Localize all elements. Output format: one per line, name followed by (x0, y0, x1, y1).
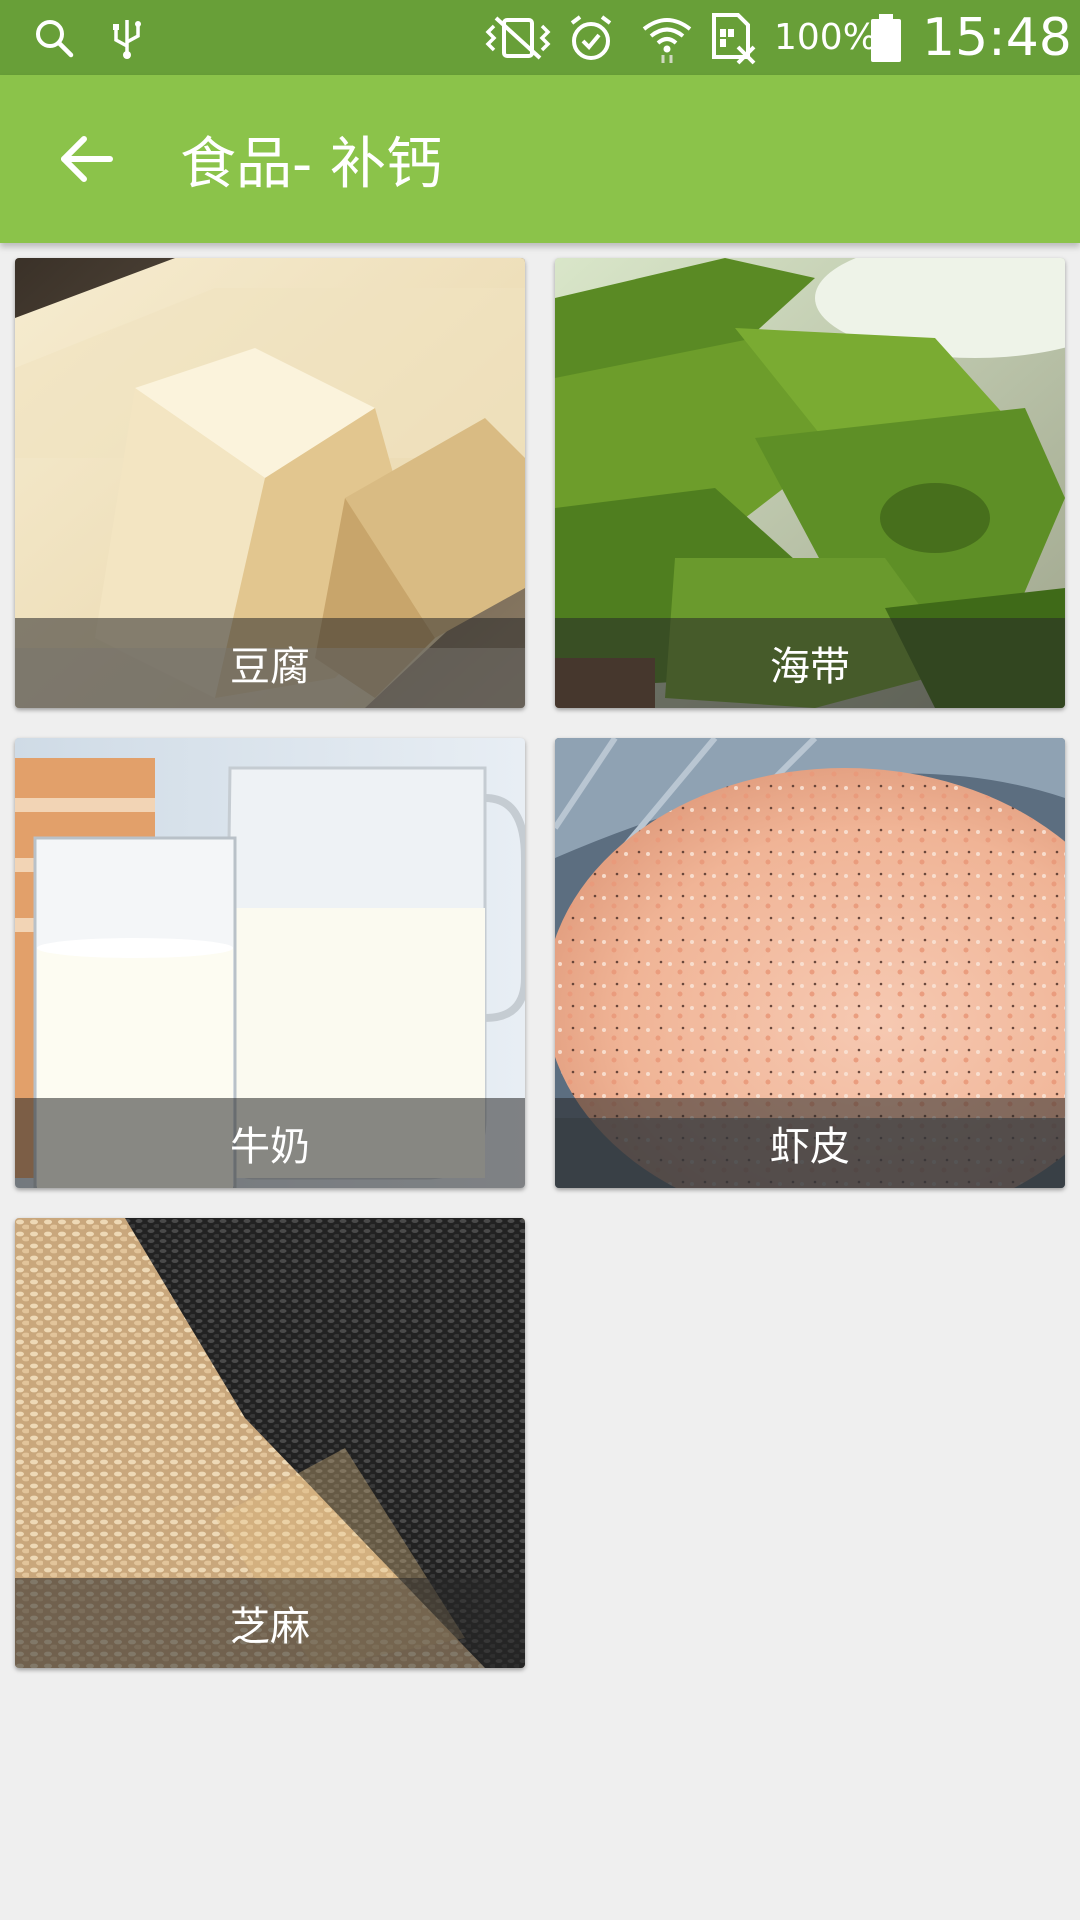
page-title: 食品- 补钙 (180, 131, 443, 197)
alarm-icon (566, 0, 616, 75)
search-icon (34, 0, 74, 75)
food-card-kelp[interactable]: 海带 (555, 258, 1065, 708)
battery-percent: 100% (774, 17, 877, 58)
clock: 15:48 (922, 7, 1072, 68)
food-label: 豆腐 (15, 618, 525, 708)
usb-icon (110, 0, 144, 75)
food-card-tofu[interactable]: 豆腐 (15, 258, 525, 708)
arrow-back-icon (61, 136, 113, 182)
battery-icon (868, 0, 904, 75)
back-button[interactable] (36, 109, 136, 209)
status-bar: 100% 15:48 (0, 0, 1080, 75)
food-label: 芝麻 (15, 1578, 525, 1668)
food-label: 海带 (555, 618, 1065, 708)
food-card-sesame[interactable]: 芝麻 (15, 1218, 525, 1668)
app-toolbar: 食品- 补钙 (0, 75, 1080, 243)
wifi-icon (640, 0, 694, 75)
food-label: 虾皮 (555, 1098, 1065, 1188)
food-card-dried-shrimp[interactable]: 虾皮 (555, 738, 1065, 1188)
food-label: 牛奶 (15, 1098, 525, 1188)
no-sim-icon (708, 0, 758, 75)
food-card-milk[interactable]: 牛奶 (15, 738, 525, 1188)
vibrate-mute-icon (482, 0, 554, 75)
